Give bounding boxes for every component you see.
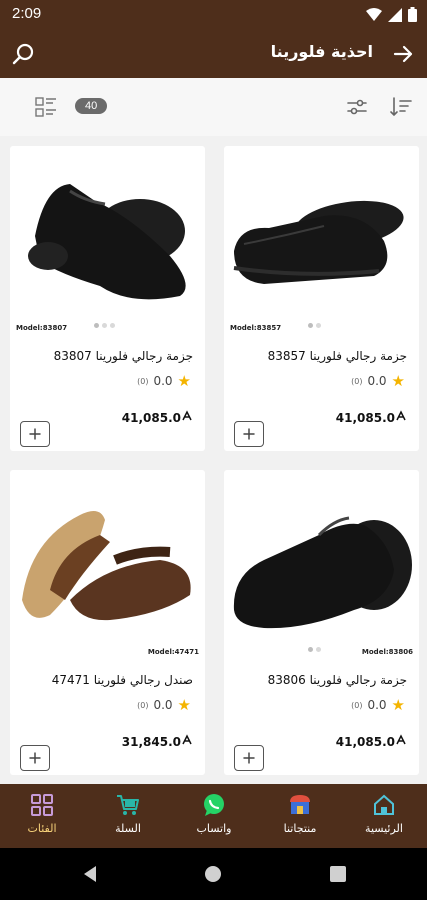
shop-icon [290,795,310,814]
product-model: Model:83806 [361,648,413,656]
product-card[interactable]: Model:83857 جزمة رجالي فلورينا 83857 ★ 0… [224,146,419,451]
product-name: صندل رجالي فلورينا 47471 [51,673,193,687]
categories-grid-icon [31,794,53,816]
status-time: 2:09 [12,5,42,22]
filter-sliders-icon[interactable] [345,95,369,119]
image-carousel-dots [308,323,321,328]
cart-icon [117,795,139,815]
nav-label: منتجاتنا [283,822,317,835]
rating-count: (0) [351,700,363,710]
filter-toolbar: 40 [0,78,427,136]
system-home-icon[interactable] [204,865,222,883]
back-arrow-icon[interactable] [389,40,417,68]
product-name: جزمة رجالي فلورينا 83806 [267,673,407,687]
rating-value: 0.0 [367,698,387,712]
product-name: جزمة رجالي فلورينا 83857 [267,349,407,363]
currency-icon [396,410,406,421]
battery-icon [408,7,417,22]
product-image [22,511,191,621]
nav-label: واتساب [196,822,232,835]
search-icon[interactable] [10,40,38,68]
nav-label: السلة [115,822,141,835]
nav-cart[interactable]: السلة [88,792,168,835]
product-rating: ★ 0.0 (0) [351,696,405,714]
currency-icon [396,734,406,745]
product-image [233,516,412,629]
rating-value: 0.0 [153,698,173,712]
product-card[interactable]: Model:83807 جزمة رجالي فلورينا 83807 ★ 0… [10,146,205,451]
nav-categories[interactable]: الفئات [2,792,82,835]
product-rating: ★ 0.0 (0) [137,372,191,390]
product-price: 41,085.0 [336,734,407,749]
product-count-badge: 40 [75,98,108,114]
product-price: 41,085.0 [122,410,193,425]
image-carousel-dots [308,647,321,652]
add-to-cart-button[interactable] [20,745,50,771]
add-to-cart-button[interactable] [234,421,264,447]
system-back-icon[interactable] [82,865,98,883]
system-recents-icon[interactable] [330,866,346,882]
rating-count: (0) [137,700,149,710]
wifi-icon [366,7,382,21]
image-carousel-dots [94,323,115,328]
whatsapp-icon [204,794,224,816]
sort-icon[interactable] [389,95,413,119]
home-icon [374,794,394,815]
app-bar: احذية فلورينا [0,30,427,78]
nav-whatsapp[interactable]: واتساب [174,792,254,835]
star-icon: ★ [391,696,405,714]
product-card[interactable]: Model:47471 صندل رجالي فلورينا 47471 ★ 0… [10,470,205,775]
nav-label: الفئات [27,822,57,835]
nav-home[interactable]: الرئيسية [344,792,424,835]
bottom-navigation: الرئيسية منتجاتنا واتساب السلة الفئات [0,784,427,848]
product-model: Model:47471 [147,648,199,656]
nav-products[interactable]: منتجاتنا [260,792,340,835]
add-to-cart-button[interactable] [20,421,50,447]
product-card[interactable]: Model:83806 جزمة رجالي فلورينا 83806 ★ 0… [224,470,419,775]
currency-icon [182,410,192,421]
system-navigation-bar [0,848,427,900]
nav-label: الرئيسية [365,822,403,835]
rating-count: (0) [137,376,149,386]
rating-value: 0.0 [367,374,387,388]
product-model: Model:83857 [230,324,282,332]
signal-icon [388,7,402,22]
product-rating: ★ 0.0 (0) [351,372,405,390]
product-model: Model:83807 [16,324,68,332]
status-icons [366,7,417,22]
rating-value: 0.0 [153,374,173,388]
product-grid: Model:83857 جزمة رجالي فلورينا 83857 ★ 0… [0,136,427,784]
star-icon: ★ [391,372,405,390]
product-rating: ★ 0.0 (0) [137,696,191,714]
star-icon: ★ [177,372,191,390]
page-title: احذية فلورينا [270,42,373,61]
status-bar: 2:09 [0,0,427,30]
product-image [233,200,404,284]
product-image [28,184,186,300]
product-price: 41,085.0 [336,410,407,425]
add-to-cart-button[interactable] [234,745,264,771]
currency-icon [182,734,192,745]
product-price: 31,845.0 [122,734,193,749]
list-view-icon[interactable] [34,95,58,119]
rating-count: (0) [351,376,363,386]
product-name: جزمة رجالي فلورينا 83807 [53,349,193,363]
star-icon: ★ [177,696,191,714]
